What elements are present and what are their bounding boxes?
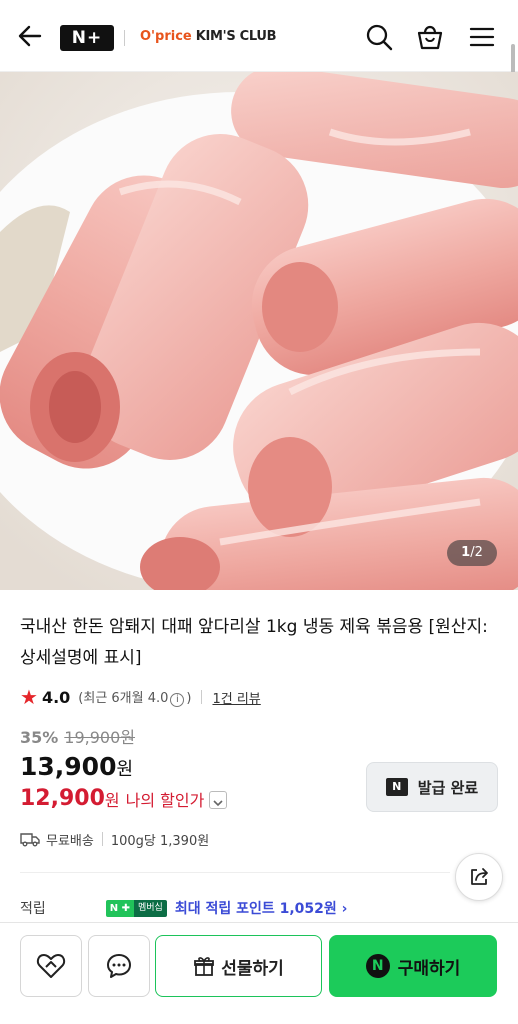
discount-rate: 35% [20, 728, 59, 747]
brand-oprice: O'price [140, 29, 192, 44]
bottom-action-bar: 선물하기 N 구매하기 [0, 922, 518, 1024]
gift-button[interactable]: 선물하기 [155, 935, 322, 997]
naver-n-icon: N [385, 778, 408, 796]
share-icon [471, 868, 488, 885]
info-icon[interactable]: i [170, 693, 185, 707]
recent-rating-close: ) [186, 691, 192, 706]
membership-n: N ✚ [105, 899, 134, 917]
naver-plus-logo[interactable]: N+ [60, 25, 114, 51]
rating-score: 4.0 [41, 687, 71, 707]
naver-pay-icon: N [365, 954, 390, 978]
menu-icon[interactable] [467, 22, 497, 52]
shipping-divider [101, 832, 103, 846]
original-price: 19,900원 [64, 728, 136, 747]
points-row: 적립 N ✚ 멤버십 최대 적립 포인트 1,052원 › [20, 897, 347, 919]
my-discount-price[interactable]: 12,900 원 나의 할인가 [20, 786, 228, 811]
image-pager: 1/2 [447, 540, 497, 566]
back-arrow-icon[interactable] [16, 22, 44, 50]
pork-rolls-photo [0, 72, 518, 590]
gift-icon [194, 957, 215, 976]
points-label: 적립 [20, 901, 46, 917]
max-points-link[interactable]: 최대 적립 포인트 1,052원 › [175, 898, 348, 918]
membership-text: 멤버십 [134, 899, 167, 917]
chat-bubble-icon [107, 954, 131, 978]
chevron-down-icon[interactable] [209, 790, 228, 809]
brand-kims-club: KIM'S CLUB [195, 29, 277, 44]
free-shipping: 무료배송 [46, 833, 94, 849]
buy-label: 구매하기 [397, 958, 461, 979]
section-divider [20, 872, 450, 873]
shopping-bag-icon[interactable] [415, 22, 445, 52]
currency-won: 원 [116, 759, 134, 780]
coupon-issued-button[interactable]: N 발급 완료 [366, 762, 498, 812]
sale-price: 13,900원 [20, 752, 133, 781]
store-brand[interactable]: O'price KIM'S CLUB [140, 29, 277, 44]
my-price-label: 나의 할인가 [125, 790, 205, 810]
recent-rating-text: (최근 6개월 4.0 [78, 691, 169, 706]
my-price-value: 12,900 [20, 786, 105, 811]
top-header: N+ O'price KIM'S CLUB [0, 0, 518, 72]
recent-rating: (최근 6개월 4.0 i) [78, 687, 191, 707]
heart-icon [36, 954, 66, 978]
product-title: 국내산 한돈 암퇘지 대패 앞다리살 1kg 냉동 제육 볶음용 [원산지:상세… [20, 617, 488, 668]
buy-button[interactable]: N 구매하기 [329, 935, 497, 997]
sale-price-value: 13,900 [20, 752, 117, 781]
header-divider [124, 30, 125, 46]
share-button[interactable] [455, 853, 503, 901]
rating-row: ★ 4.0 (최근 6개월 4.0 i) 1건 리뷰 [20, 685, 261, 709]
star-icon: ★ [20, 685, 38, 709]
truck-icon [20, 833, 40, 847]
gift-label: 선물하기 [221, 958, 284, 979]
discount-line: 35% 19,900원 [20, 724, 135, 748]
shipping-info: 무료배송 100g당 1,390원 [20, 828, 209, 850]
my-price-won: 원 [104, 790, 120, 810]
review-link[interactable]: 1건 리뷰 [212, 688, 260, 707]
coupon-label: 발급 완료 [417, 778, 479, 797]
unit-price: 100g당 1,390원 [110, 833, 210, 849]
membership-badge: N ✚ 멤버십 [105, 899, 167, 917]
talk-button[interactable] [88, 935, 150, 997]
search-icon[interactable] [364, 22, 394, 52]
rating-divider [201, 690, 203, 704]
product-image[interactable] [0, 72, 518, 590]
pager-current: 1 [461, 545, 471, 560]
pager-total: 2 [474, 545, 483, 560]
wishlist-button[interactable] [20, 935, 82, 997]
